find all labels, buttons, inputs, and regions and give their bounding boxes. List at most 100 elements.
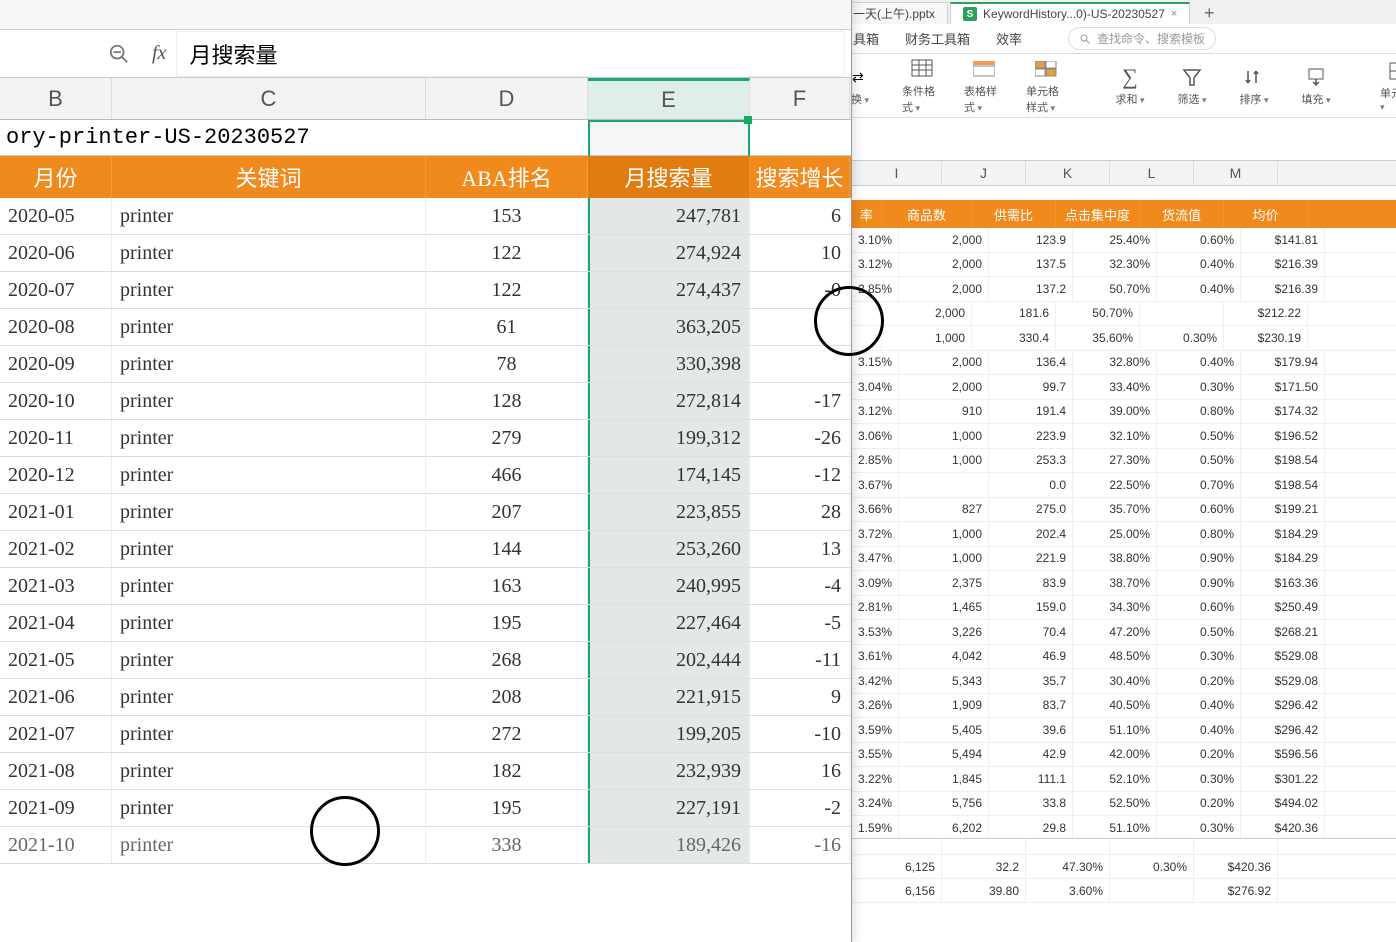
cell-flow[interactable]: 0.30% bbox=[1157, 816, 1241, 840]
cell-month[interactable]: 2020-09 bbox=[0, 346, 112, 382]
cell-aba-rank[interactable]: 207 bbox=[426, 494, 588, 530]
table-row[interactable]: 2020-07printer122274,437-0 bbox=[0, 272, 851, 309]
cell-search-volume[interactable]: 227,464 bbox=[588, 605, 750, 641]
cell-month[interactable]: 2021-01 bbox=[0, 494, 112, 530]
cell-aba-rank[interactable]: 268 bbox=[426, 642, 588, 678]
cell-search-volume[interactable]: 363,205 bbox=[588, 309, 750, 345]
table-row[interactable]: 3.67%0.022.50%0.70%$198.54 bbox=[852, 473, 1396, 498]
cell-aba-rank[interactable]: 61 bbox=[426, 309, 588, 345]
cell-flow[interactable]: 0.60% bbox=[1157, 596, 1241, 620]
table-row[interactable]: 3.24%5,75633.852.50%0.20%$494.02 bbox=[852, 792, 1396, 817]
cell-rate[interactable]: 1.59% bbox=[852, 816, 899, 840]
cell-rate[interactable]: 2.81% bbox=[852, 596, 899, 620]
table-row[interactable]: 2020-10printer128272,814-17 bbox=[0, 383, 851, 420]
cell-flow[interactable]: 0.80% bbox=[1157, 400, 1241, 424]
ribbon-tab-efficiency[interactable]: 效率 bbox=[996, 29, 1022, 48]
cell-keyword[interactable]: printer bbox=[112, 531, 426, 567]
cell-search-volume[interactable]: 174,145 bbox=[588, 457, 750, 493]
cell-product-count[interactable]: 1,000 bbox=[882, 326, 972, 350]
cell-click-conc[interactable]: 35.70% bbox=[1073, 498, 1157, 522]
ribbon-tab-finance[interactable]: 财务工具箱 bbox=[905, 29, 970, 48]
cell-click-conc[interactable]: 38.70% bbox=[1073, 571, 1157, 595]
cell-growth[interactable]: -16 bbox=[750, 827, 850, 863]
cell-click-conc[interactable]: 34.30% bbox=[1073, 596, 1157, 620]
cell-aba-rank[interactable]: 195 bbox=[426, 605, 588, 641]
cell-supply-ratio[interactable]: 181.6 bbox=[972, 302, 1056, 326]
cell-supply-ratio[interactable]: 137.2 bbox=[989, 277, 1073, 301]
cell-supply-ratio[interactable]: 33.8 bbox=[989, 792, 1073, 816]
cell-avg-price[interactable]: $184.29 bbox=[1241, 547, 1325, 571]
cell[interactable]: 47.30% bbox=[1026, 855, 1110, 878]
table-row[interactable]: 2021-02printer144253,26013 bbox=[0, 531, 851, 568]
col-header-L[interactable]: L bbox=[1110, 161, 1194, 185]
cell[interactable]: 32.2 bbox=[942, 855, 1026, 878]
cell-click-conc[interactable]: 25.00% bbox=[1073, 522, 1157, 546]
cell-month[interactable]: 2020-08 bbox=[0, 309, 112, 345]
cell-product-count[interactable]: 2,000 bbox=[882, 302, 972, 326]
cell-keyword[interactable]: printer bbox=[112, 272, 426, 308]
col-header-M[interactable]: M bbox=[1194, 161, 1278, 185]
cell-supply-ratio[interactable]: 191.4 bbox=[989, 400, 1073, 424]
cell-growth[interactable]: -2 bbox=[750, 790, 850, 826]
cell-supply-ratio[interactable]: 137.5 bbox=[989, 253, 1073, 277]
cell-search-volume[interactable]: 202,444 bbox=[588, 642, 750, 678]
cell-month[interactable]: 2021-02 bbox=[0, 531, 112, 567]
cell-product-count[interactable]: 1,465 bbox=[899, 596, 989, 620]
cell-avg-price[interactable]: $596.56 bbox=[1241, 743, 1325, 767]
tool-sort[interactable]: 排序 bbox=[1234, 65, 1274, 107]
cell-click-conc[interactable]: 30.40% bbox=[1073, 669, 1157, 693]
table-row[interactable]: 3.22%1,845111.152.10%0.30%$301.22 bbox=[852, 767, 1396, 792]
cell-rate[interactable]: 3.22% bbox=[852, 767, 899, 791]
cell-product-count[interactable]: 1,000 bbox=[899, 522, 989, 546]
table-row[interactable]: 3.06%1,000223.932.10%0.50%$196.52 bbox=[852, 424, 1396, 449]
cell-keyword[interactable]: printer bbox=[112, 309, 426, 345]
cell-product-count[interactable]: 2,375 bbox=[899, 571, 989, 595]
col-header-E-selected[interactable]: E bbox=[588, 78, 750, 119]
cell-click-conc[interactable]: 32.10% bbox=[1073, 424, 1157, 448]
cell-search-volume[interactable]: 223,855 bbox=[588, 494, 750, 530]
cell-click-conc[interactable]: 50.70% bbox=[1073, 277, 1157, 301]
ribbon-search[interactable]: 查找命令、搜索模板 bbox=[1068, 27, 1216, 50]
table-row[interactable]: 1,000330.435.60%0.30%$230.19 bbox=[852, 326, 1396, 351]
cell-growth[interactable]: -5 bbox=[750, 605, 850, 641]
cell-search-volume[interactable]: 330,398 bbox=[588, 346, 750, 382]
cell-flow[interactable]: 0.90% bbox=[1157, 571, 1241, 595]
cell-search-volume[interactable]: 199,205 bbox=[588, 716, 750, 752]
cell-aba-rank[interactable]: 279 bbox=[426, 420, 588, 456]
cell[interactable] bbox=[1110, 879, 1194, 902]
cell-month[interactable]: 2020-10 bbox=[0, 383, 112, 419]
cell-avg-price[interactable]: $184.29 bbox=[1241, 522, 1325, 546]
cell-flow[interactable]: 0.50% bbox=[1157, 424, 1241, 448]
cell[interactable]: 3.60% bbox=[1026, 879, 1110, 902]
cell-product-count[interactable]: 1,000 bbox=[899, 449, 989, 473]
cell[interactable]: 6,156 bbox=[852, 879, 942, 902]
cell-rate[interactable]: 3.61% bbox=[852, 645, 899, 669]
cell-keyword[interactable]: printer bbox=[112, 346, 426, 382]
cell-product-count[interactable]: 827 bbox=[899, 498, 989, 522]
table-row[interactable]: 2,000181.650.70%$212.22 bbox=[852, 302, 1396, 327]
cell-keyword[interactable]: printer bbox=[112, 494, 426, 530]
table-row[interactable]: 2021-09printer195227,191-2 bbox=[0, 790, 851, 827]
cell-avg-price[interactable]: $296.42 bbox=[1241, 718, 1325, 742]
table-row[interactable]: 3.12%910191.439.00%0.80%$174.32 bbox=[852, 400, 1396, 425]
cell-search-volume[interactable]: 189,426 bbox=[588, 827, 750, 863]
cell-click-conc[interactable]: 25.40% bbox=[1073, 228, 1157, 252]
cell-avg-price[interactable]: $250.49 bbox=[1241, 596, 1325, 620]
cell-product-count[interactable]: 1,000 bbox=[899, 424, 989, 448]
cell-click-conc[interactable]: 32.30% bbox=[1073, 253, 1157, 277]
cell-supply-ratio[interactable]: 223.9 bbox=[989, 424, 1073, 448]
cell-growth[interactable]: -26 bbox=[750, 420, 850, 456]
cell-product-count[interactable]: 5,405 bbox=[899, 718, 989, 742]
cell-keyword[interactable]: printer bbox=[112, 457, 426, 493]
cell-click-conc[interactable]: 52.10% bbox=[1073, 767, 1157, 791]
tab-add-button[interactable]: + bbox=[1198, 2, 1220, 24]
cell-keyword[interactable]: printer bbox=[112, 790, 426, 826]
tool-cell[interactable]: 单元格 bbox=[1380, 59, 1396, 113]
cell-aba-rank[interactable]: 128 bbox=[426, 383, 588, 419]
tool-filter[interactable]: 筛选 bbox=[1172, 65, 1212, 107]
cell-aba-rank[interactable]: 163 bbox=[426, 568, 588, 604]
cell-supply-ratio[interactable]: 29.8 bbox=[989, 816, 1073, 840]
cell-avg-price[interactable]: $198.54 bbox=[1241, 473, 1325, 497]
tool-fill[interactable]: 填充 bbox=[1296, 65, 1336, 107]
cell-product-count[interactable]: 2,000 bbox=[899, 375, 989, 399]
